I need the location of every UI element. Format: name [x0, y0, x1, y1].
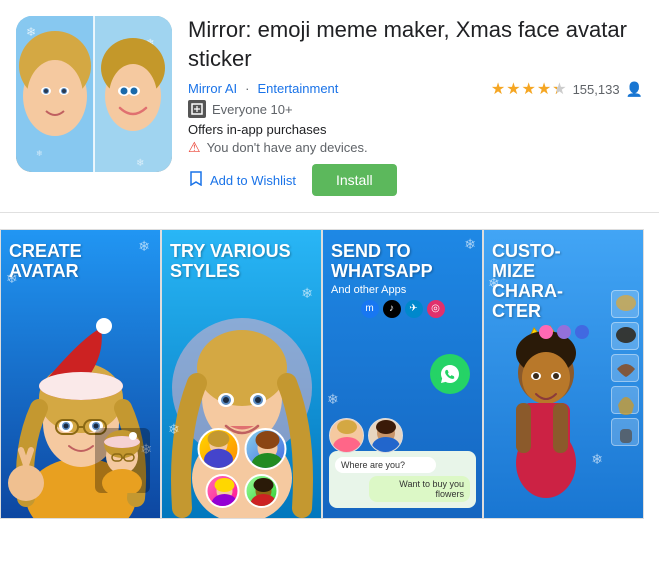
star-3: ★ — [522, 79, 536, 99]
screenshot-2-content: TRY VARIOUS STYLES ❄ ❄ — [162, 230, 321, 518]
star-4: ★ — [537, 79, 551, 99]
person-icon: 👤 — [626, 81, 643, 98]
hair-option-5 — [611, 418, 639, 446]
color-dot-purple — [557, 325, 571, 339]
messenger-icon: m — [361, 300, 379, 318]
screenshot-1-content: CREATEAVATAR ❄ ❄ ❄ — [1, 230, 160, 518]
right-rating: ★ ★ ★ ★ ★ ★ 155,133 👤 — [491, 77, 643, 99]
snowflake-deco-2: ❄ — [6, 270, 18, 287]
rating-count: 155,133 — [573, 82, 620, 97]
snowflake-deco-1: ❄ — [138, 238, 150, 255]
snowflake-deco-5: ❄ — [168, 421, 180, 438]
wishlist-label: Add to Wishlist — [210, 173, 296, 188]
screenshot-2-title: TRY VARIOUS STYLES — [170, 242, 313, 282]
app-icon: ❄ ❄ ❄ ❄ — [16, 16, 172, 172]
meta-row: Mirror AI · Entertainment — [188, 81, 397, 96]
svg-text:❄: ❄ — [26, 25, 36, 39]
star-rating: ★ ★ ★ ★ ★ ★ — [491, 79, 567, 99]
chat-msg-1: Where are you? — [335, 457, 436, 473]
color-dots — [539, 325, 589, 339]
meta-separator: · — [245, 81, 249, 96]
age-rating-row: Everyone 10+ — [188, 100, 397, 118]
telegram-icon: ✈ — [405, 300, 423, 318]
app-info-section: ❄ ❄ ❄ ❄ — [0, 0, 659, 213]
screenshot-4: CUSTO-MIZECHARA-CTER — [483, 229, 644, 519]
instagram-icon: ◎ — [427, 300, 445, 318]
bookmark-icon — [188, 170, 204, 191]
iap-row: Offers in-app purchases — [188, 122, 397, 137]
screenshot-1-title: CREATEAVATAR — [9, 242, 152, 282]
hair-options — [611, 290, 639, 446]
snowflake-deco-8: ❄ — [488, 275, 500, 292]
screenshot-1: CREATEAVATAR ❄ ❄ ❄ — [0, 229, 161, 519]
star-5: ★ ★ — [552, 79, 566, 99]
star-1: ★ — [491, 79, 505, 99]
add-to-wishlist-button[interactable]: Add to Wishlist — [188, 170, 296, 191]
screenshot-4-content: CUSTO-MIZECHARA-CTER — [484, 230, 643, 518]
publisher-link[interactable]: Mirror AI — [188, 81, 237, 96]
social-icons-row: m ♪ ✈ ◎ — [361, 300, 445, 318]
install-button[interactable]: Install — [312, 164, 397, 196]
warning-text: You don't have any devices. — [207, 140, 368, 155]
tiktok-icon: ♪ — [383, 300, 401, 318]
hair-option-4 — [611, 386, 639, 414]
warning-row: ⚠ You don't have any devices. — [188, 139, 397, 156]
hair-option-2 — [611, 322, 639, 350]
screenshot-3-content: SEND TO WHATSAPP And other Apps m ♪ ✈ ◎ … — [323, 230, 482, 518]
age-label: Everyone 10+ — [212, 102, 293, 117]
color-dot-pink — [539, 325, 553, 339]
hair-option-1 — [611, 290, 639, 318]
snowflake-deco-9: ❄ — [591, 451, 603, 468]
screenshots-section: CREATEAVATAR ❄ ❄ ❄ — [0, 213, 659, 523]
hair-option-3 — [611, 354, 639, 382]
svg-text:❄: ❄ — [136, 158, 144, 169]
iap-text: Offers in-app purchases — [188, 122, 327, 137]
app-page: ❄ ❄ ❄ ❄ — [0, 0, 659, 523]
category-link[interactable]: Entertainment — [257, 81, 338, 96]
app-details: Mirror: emoji meme maker, Xmas face avat… — [188, 16, 643, 196]
svg-text:❄: ❄ — [36, 149, 43, 158]
snowflake-deco-6: ❄ — [464, 236, 476, 253]
snowflake-deco-4: ❄ — [301, 285, 313, 302]
star-2: ★ — [506, 79, 520, 99]
warning-icon: ⚠ — [188, 139, 201, 156]
app-title: Mirror: emoji meme maker, Xmas face avat… — [188, 16, 643, 73]
meta-rating-container: Mirror AI · Entertainment Everyone 10+ — [188, 77, 643, 196]
action-row: Add to Wishlist Install — [188, 164, 397, 196]
snowflake-deco-7: ❄ — [327, 391, 339, 408]
chat-msg-2: Want to buy you flowers — [369, 476, 470, 502]
screenshot-3-title: SEND TO WHATSAPP — [331, 242, 474, 282]
whatsapp-icon — [430, 354, 470, 394]
screenshot-2: TRY VARIOUS STYLES ❄ ❄ — [161, 229, 322, 519]
screenshot-3: SEND TO WHATSAPP And other Apps m ♪ ✈ ◎ … — [322, 229, 483, 519]
age-badge — [188, 100, 206, 118]
screenshot-3-subtitle: And other Apps — [331, 284, 474, 296]
color-dot-blue — [575, 325, 589, 339]
